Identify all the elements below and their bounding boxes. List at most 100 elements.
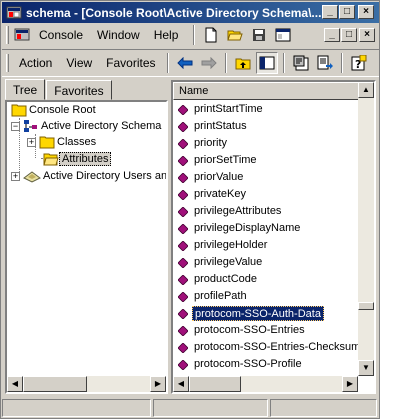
open-folder-icon[interactable] bbox=[224, 24, 246, 46]
tree-item-ad-schema[interactable]: − Active Directory Schema bbox=[11, 118, 163, 134]
tree-item-label: Console Root bbox=[29, 104, 96, 116]
attribute-list-item[interactable]: privilegeHolder bbox=[175, 237, 360, 254]
title-bar[interactable]: schema - [Console Root\Active Directory … bbox=[2, 2, 379, 23]
help-icon[interactable]: ? bbox=[348, 52, 370, 74]
attribute-list-item[interactable]: profilePath bbox=[175, 288, 360, 305]
result-list-pane[interactable]: Name printStartTime printStatus priority pr… bbox=[171, 80, 376, 394]
toolbar-grip[interactable] bbox=[6, 54, 9, 72]
expand-toggle[interactable]: + bbox=[27, 137, 36, 147]
attribute-name: privilegeHolder bbox=[194, 239, 268, 251]
expand-toggle[interactable]: + bbox=[11, 171, 20, 181]
attribute-list-item[interactable]: priorValue bbox=[175, 169, 360, 186]
menu-window[interactable]: Window bbox=[90, 26, 147, 44]
attribute-diamond-icon bbox=[178, 138, 188, 149]
attribute-name: privilegeDisplayName bbox=[194, 222, 301, 234]
attribute-list-item[interactable]: privilegeDisplayName bbox=[175, 220, 360, 237]
attribute-list-item[interactable]: privilegeAttributes bbox=[175, 203, 360, 220]
tree-item-classes[interactable]: + Classes bbox=[27, 134, 98, 150]
attribute-list-item[interactable]: privilegeValue bbox=[175, 254, 360, 271]
attribute-diamond-icon bbox=[178, 257, 188, 268]
tree-horizontal-scrollbar[interactable]: ◀ ▶ bbox=[7, 376, 166, 392]
menubar-grip[interactable] bbox=[6, 26, 9, 44]
mdi-close-button[interactable]: × bbox=[359, 28, 375, 42]
menu-favorites[interactable]: Favorites bbox=[99, 54, 162, 72]
new-file-icon[interactable] bbox=[200, 24, 222, 46]
menu-separator bbox=[193, 25, 196, 45]
show-hide-tree-icon[interactable] bbox=[255, 52, 278, 74]
attribute-list-item[interactable]: protocom-SSO-Entries-Checksum bbox=[175, 339, 360, 356]
scroll-right-arrow-icon[interactable]: ▶ bbox=[150, 376, 166, 392]
tree-item-ad-users[interactable]: + Active Directory Users and Computers bbox=[11, 168, 168, 184]
back-arrow-icon[interactable] bbox=[174, 52, 196, 74]
attribute-list-item[interactable]: privateKey bbox=[175, 186, 360, 203]
scope-tabs: Tree Favorites bbox=[5, 79, 113, 100]
tab-favorites[interactable]: Favorites bbox=[46, 80, 112, 100]
attribute-list-item[interactable]: protocom-SSO-Auth-Data bbox=[175, 305, 360, 322]
list-horizontal-scrollbar[interactable]: ◀ ▶ bbox=[173, 376, 358, 392]
attribute-name: privilegeAttributes bbox=[194, 205, 282, 217]
minimize-button[interactable]: _ bbox=[322, 5, 338, 19]
mmc-app-icon[interactable] bbox=[6, 5, 22, 21]
menu-action[interactable]: Action bbox=[12, 54, 59, 72]
menu-bar: Console Window Help _ □ × bbox=[2, 24, 379, 46]
attribute-list-item[interactable]: printStatus bbox=[175, 118, 360, 135]
tree-scroll-thumb[interactable] bbox=[23, 376, 87, 392]
attribute-diamond-icon bbox=[178, 359, 188, 370]
attribute-list-item[interactable]: productCode bbox=[175, 271, 360, 288]
status-panel-3 bbox=[269, 399, 377, 417]
save-icon[interactable] bbox=[248, 24, 270, 46]
attribute-list-item[interactable]: priority bbox=[175, 135, 360, 152]
maximize-button[interactable]: □ bbox=[339, 5, 355, 19]
attribute-diamond-icon bbox=[178, 325, 188, 336]
scroll-right-arrow-icon[interactable]: ▶ bbox=[342, 376, 358, 392]
collapse-toggle[interactable]: − bbox=[11, 121, 20, 131]
attribute-list-item[interactable]: printStartTime bbox=[175, 101, 360, 118]
mdi-restore-button[interactable]: □ bbox=[341, 28, 357, 42]
tree-item-label: Active Directory Users and Computers bbox=[43, 170, 168, 182]
attribute-name: printStatus bbox=[194, 120, 247, 132]
mmc-window: schema - [Console Root\Active Directory … bbox=[0, 0, 380, 419]
scope-tree-pane[interactable]: Console Root − Active Directory Schema +… bbox=[5, 100, 168, 394]
menu-view[interactable]: View bbox=[59, 54, 99, 72]
tree-item-console-root[interactable]: Console Root bbox=[11, 102, 98, 118]
attribute-list-item[interactable]: priorSetTime bbox=[175, 152, 360, 169]
forward-arrow-icon[interactable] bbox=[198, 52, 220, 74]
attribute-diamond-icon bbox=[178, 342, 188, 353]
menu-help[interactable]: Help bbox=[147, 26, 186, 44]
folder-icon bbox=[39, 136, 55, 149]
open-folder-icon bbox=[43, 153, 59, 166]
users-snapin-icon bbox=[23, 171, 41, 183]
list-vscroll-thumb[interactable] bbox=[358, 302, 374, 310]
tree-item-label: Classes bbox=[57, 136, 97, 148]
attribute-diamond-icon bbox=[178, 104, 188, 115]
attribute-list-item[interactable]: protocom-SSO-Entries bbox=[175, 322, 360, 339]
tab-tree[interactable]: Tree bbox=[5, 79, 46, 100]
export-list-icon[interactable] bbox=[314, 52, 336, 74]
menu-console[interactable]: Console bbox=[32, 26, 90, 44]
attribute-diamond-icon bbox=[178, 121, 188, 132]
properties-window-icon[interactable] bbox=[272, 24, 294, 46]
name-column-header[interactable]: Name bbox=[173, 82, 360, 100]
list-vertical-scrollbar[interactable]: ▲ ▼ bbox=[358, 82, 374, 376]
scroll-left-arrow-icon[interactable]: ◀ bbox=[7, 376, 23, 392]
attribute-name: privateKey bbox=[194, 188, 246, 200]
scroll-up-arrow-icon[interactable]: ▲ bbox=[358, 82, 374, 98]
attribute-name: protocom-SSO-Entries-Checksum bbox=[194, 341, 361, 353]
attribute-name: priorValue bbox=[194, 171, 244, 183]
attribute-diamond-icon bbox=[178, 206, 188, 217]
console-menu-icon[interactable] bbox=[14, 27, 30, 43]
mdi-minimize-button[interactable]: _ bbox=[324, 28, 340, 42]
properties-icon[interactable] bbox=[290, 52, 312, 74]
list-hscroll-thumb[interactable] bbox=[189, 376, 241, 392]
scroll-down-arrow-icon[interactable]: ▼ bbox=[358, 360, 374, 376]
close-button[interactable]: × bbox=[358, 5, 374, 19]
up-one-level-icon[interactable] bbox=[232, 52, 254, 74]
tree-item-attributes[interactable]: Attributes bbox=[43, 151, 112, 167]
status-panel-2 bbox=[153, 399, 268, 417]
attribute-diamond-icon bbox=[178, 189, 188, 200]
attribute-name: protocom-SSO-Auth-Data bbox=[192, 306, 324, 321]
attribute-diamond-icon bbox=[178, 223, 188, 234]
attribute-name: productCode bbox=[194, 273, 257, 285]
scroll-left-arrow-icon[interactable]: ◀ bbox=[173, 376, 189, 392]
attribute-list-item[interactable]: protocom-SSO-Profile bbox=[175, 356, 360, 373]
